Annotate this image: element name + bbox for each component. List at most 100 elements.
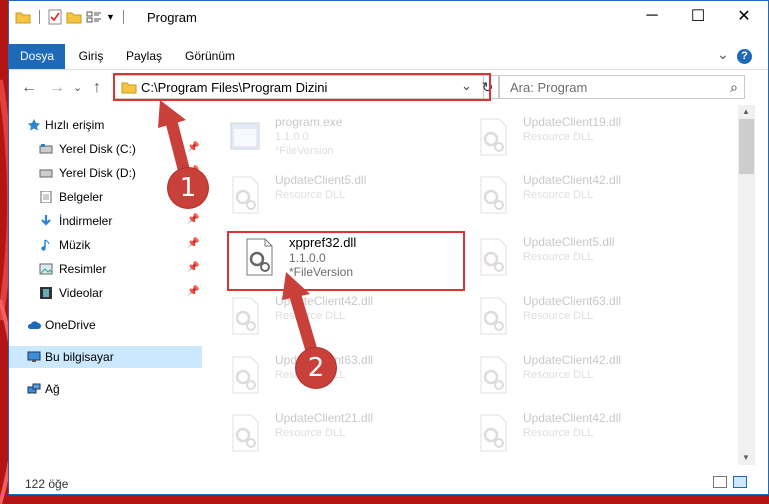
sidebar-item-label: İndirmeler [59, 214, 113, 228]
customize-view-icon[interactable] [86, 10, 102, 24]
ribbon-collapse-icon[interactable]: ⌄ [717, 46, 729, 63]
step-badge-1: 1 [168, 168, 208, 208]
sidebar-item-label: Yerel Disk (C:) [59, 142, 136, 156]
close-icon: ✕ [737, 8, 751, 25]
sidebar-item-ag[interactable]: Ağ [9, 378, 202, 400]
file-description: Resource DLL [275, 427, 346, 439]
dll-file-icon [480, 238, 507, 276]
maximize-button[interactable]: ☐ [675, 1, 721, 31]
scroll-down-icon[interactable]: ▼ [742, 453, 750, 462]
dll-file-icon [480, 118, 507, 156]
sidebar-item-onedrive[interactable]: OneDrive [9, 314, 202, 336]
title-bar: ▼ Program ─ ☐ ✕ [9, 1, 768, 33]
sidebar-item-label: OneDrive [45, 318, 96, 332]
separator [39, 10, 40, 24]
close-button[interactable]: ✕ [721, 1, 767, 31]
file-name: UpdateClient63.dll [523, 294, 622, 308]
tab-paylas[interactable]: Paylaş [119, 44, 169, 69]
star-icon [28, 119, 40, 131]
music-icon [41, 239, 50, 251]
sidebar-item-disk-c[interactable]: Yerel Disk (C:) 📌 [9, 138, 202, 160]
file-version: *FileVersion [275, 145, 334, 157]
minimize-button[interactable]: ─ [629, 1, 675, 31]
qat-dropdown-icon[interactable]: ▼ [106, 12, 115, 22]
file-item[interactable]: UpdateClient42.dll Resource DLL [469, 169, 699, 224]
dll-file-icon [480, 414, 507, 452]
file-item[interactable]: UpdateClient63.dll Resource DLL [469, 290, 699, 345]
properties-icon[interactable] [48, 9, 62, 25]
sidebar-item-indirmeler[interactable]: İndirmeler 📌 [9, 210, 202, 232]
scrollbar-thumb[interactable] [739, 119, 754, 174]
file-name: UpdateClient5.dll [523, 235, 615, 249]
file-item[interactable]: UpdateClient19.dll Resource DLL [469, 111, 699, 166]
drive-icon [39, 169, 53, 178]
tiles-view-icon[interactable] [733, 476, 747, 488]
file-item[interactable]: UpdateClient63.dll Resource DLL [221, 349, 451, 404]
sidebar-item-label: Ağ [45, 382, 60, 396]
exe-file-icon [230, 122, 260, 150]
sidebar-item-label: Bu bilgisayar [45, 350, 114, 364]
sidebar-item-videolar[interactable]: Videolar 📌 [9, 282, 202, 304]
file-name: UpdateClient19.dll [523, 115, 622, 129]
file-item[interactable]: UpdateClient42.dll Resource DLL [469, 407, 699, 462]
file-description: Resource DLL [523, 369, 594, 381]
file-description: Resource DLL [523, 189, 594, 201]
navigation-pane: Hızlı erişim Yerel Disk (C:) 📌 Yerel Dis… [9, 107, 202, 463]
file-item[interactable]: UpdateClient5.dll Resource DLL [469, 231, 699, 286]
recent-locations-icon[interactable]: ⌄ [73, 81, 82, 94]
status-bar: 122 öğe [9, 471, 768, 495]
sidebar-item-muzik[interactable]: Müzik 📌 [9, 234, 202, 256]
dll-file-icon [232, 176, 259, 214]
pin-icon[interactable]: 📌 [187, 262, 199, 273]
pin-icon[interactable]: 📌 [187, 142, 199, 153]
sidebar-item-label: Belgeler [59, 190, 104, 204]
file-description: Resource DLL [523, 427, 594, 439]
dll-file-icon [232, 414, 259, 452]
sidebar-item-label: Hızlı erişim [45, 118, 105, 132]
file-item[interactable]: UpdateClient42.dll Resource DLL [221, 290, 451, 345]
tab-gorunum[interactable]: Görünüm [179, 44, 241, 69]
sidebar-item-label: Yerel Disk (D:) [59, 166, 136, 180]
tab-dosya[interactable]: Dosya [9, 44, 65, 69]
details-view-icon[interactable] [713, 476, 727, 488]
dll-file-icon [480, 356, 507, 394]
scroll-up-icon[interactable]: ▲ [742, 107, 750, 116]
dll-file-icon [480, 297, 507, 335]
item-count: 122 öğe [25, 477, 69, 491]
new-folder-icon[interactable] [66, 10, 82, 24]
file-description: Resource DLL [275, 310, 346, 322]
ribbon-tabs: Dosya Giriş Paylaş Görünüm ⌄ ? [9, 44, 768, 70]
pin-icon[interactable]: 📌 [187, 286, 199, 297]
pin-icon[interactable]: 📌 [187, 214, 199, 225]
step-badge-2: 2 [296, 348, 336, 388]
help-icon[interactable]: ? [737, 49, 752, 64]
forward-icon[interactable]: → [49, 79, 65, 97]
pin-icon[interactable]: 📌 [187, 238, 199, 249]
folder-icon [15, 12, 31, 24]
tab-giris[interactable]: Giriş [69, 44, 113, 69]
up-icon[interactable]: ↑ [93, 79, 101, 97]
file-description: Resource DLL [275, 189, 346, 201]
file-name: UpdateClient42.dll [523, 173, 622, 187]
maximize-icon: ☐ [690, 8, 706, 25]
file-item[interactable]: UpdateClient21.dll Resource DLL [221, 407, 451, 462]
separator [122, 10, 124, 24]
file-name: program.exe [275, 115, 343, 129]
dll-file-icon [232, 356, 259, 394]
address-highlight-box [113, 73, 491, 101]
search-box[interactable]: Ara: Program ⌕ [499, 75, 745, 99]
picture-icon [39, 263, 53, 275]
search-icon: ⌕ [730, 79, 738, 95]
sidebar-item-bu-bilgisayar[interactable]: Bu bilgisayar [9, 346, 202, 368]
vertical-scrollbar[interactable]: ▲ ▼ [738, 105, 755, 465]
minimize-icon: ─ [646, 7, 658, 24]
sidebar-item-label: Resimler [59, 262, 107, 276]
network-icon [27, 383, 41, 394]
sidebar-item-quick-access[interactable]: Hızlı erişim [9, 114, 202, 136]
file-item[interactable]: UpdateClient42.dll Resource DLL [469, 349, 699, 404]
sidebar-item-resimler[interactable]: Resimler 📌 [9, 258, 202, 280]
back-icon[interactable]: ← [21, 79, 37, 97]
drive-icon [39, 144, 53, 154]
file-item[interactable]: program.exe 1.1.0.0 *FileVersion [221, 111, 451, 166]
file-item[interactable]: UpdateClient5.dll Resource DLL [221, 169, 451, 224]
